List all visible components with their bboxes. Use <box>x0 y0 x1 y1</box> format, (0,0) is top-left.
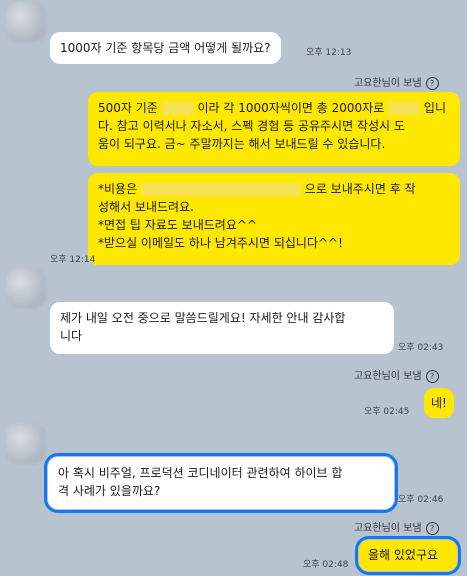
message-time: 오후 02:45 <box>364 407 410 417</box>
avatar[interactable] <box>6 424 46 464</box>
sender-label: 고요한님이 보냄? <box>354 74 439 90</box>
message-time: 오후 12:14 <box>50 255 96 265</box>
message-text: *면접 팁 자료도 보내드려요^^ <box>98 218 257 232</box>
message-bubble-received: 1000자 기준 항목당 금액 어떻게 될까요? <box>50 32 281 64</box>
sender-label-text: 고요한님이 보냄 <box>354 523 422 534</box>
message-text: 다. 참고 이력서나 자소서, 스펙 경험 등 공유주시면 작성시 도 <box>98 119 405 133</box>
message-text: 성해서 보내드려요. <box>98 200 194 214</box>
avatar[interactable] <box>6 268 46 308</box>
sender-label-text: 고요한님이 보냄 <box>354 78 422 89</box>
help-icon[interactable]: ? <box>425 76 439 90</box>
message-bubble-sent: *비용은 으로 보내주시면 후 작 성해서 보내드려요. *면접 팁 자료도 보… <box>88 173 460 265</box>
message-bubble-sent: 네! <box>424 388 454 418</box>
redacted-text <box>388 102 421 115</box>
message-text: 격 사례가 있을까요? <box>58 484 161 498</box>
message-text: 올해 있었구요 <box>368 548 439 562</box>
message-time: 오후 12:13 <box>306 48 352 58</box>
help-icon[interactable]: ? <box>425 521 439 535</box>
sender-label: 고요한님이 보냄? <box>354 367 439 383</box>
message-text: *비용은 <box>98 182 138 196</box>
message-text: 입니 <box>423 101 446 115</box>
message-time: 오후 02:43 <box>398 343 444 353</box>
message-text: 이라 각 1000자씩이면 총 2000자로 <box>197 101 385 115</box>
message-text: 으로 보내주시면 후 작 <box>304 182 416 196</box>
message-text: *받으실 이메일도 하나 남겨주시면 되십니다^^! <box>98 236 343 250</box>
sender-label: 고요한님이 보냄? <box>354 519 439 535</box>
redacted-text <box>140 183 301 196</box>
message-time: 오후 02:46 <box>398 495 444 505</box>
message-text: 제가 내일 오전 중으로 말씀드릴게요! 자세한 안내 감사합 <box>60 311 346 325</box>
avatar[interactable] <box>6 2 46 42</box>
redacted-text <box>161 102 194 115</box>
message-time: 오후 02:48 <box>303 560 349 570</box>
sender-label-text: 고요한님이 보냄 <box>354 371 422 382</box>
help-icon[interactable]: ? <box>425 369 439 383</box>
message-text: 네! <box>431 396 447 410</box>
message-bubble-sent-highlighted: 올해 있었구요 <box>355 536 461 575</box>
message-bubble-received: 제가 내일 오전 중으로 말씀드릴게요! 자세한 안내 감사합 니다 <box>50 302 394 354</box>
message-bubble-sent: 500자 기준 이라 각 1000자씩이면 총 2000자로 입니 다. 참고 … <box>88 92 460 166</box>
message-text: 움이 되구요. 금~ 주말까지는 해서 보내드릴 수 있습니다. <box>98 137 386 151</box>
message-text: 500자 기준 <box>98 101 158 115</box>
message-bubble-received-highlighted: 아 혹시 비주얼, 프로덕션 코디네이터 관련하여 하이브 합 격 사례가 있을… <box>44 453 398 513</box>
message-text: 니다 <box>60 329 83 343</box>
message-text: 1000자 기준 항목당 금액 어떻게 될까요? <box>60 41 271 55</box>
message-text: 아 혹시 비주얼, 프로덕션 코디네이터 관련하여 하이브 합 <box>58 466 343 480</box>
